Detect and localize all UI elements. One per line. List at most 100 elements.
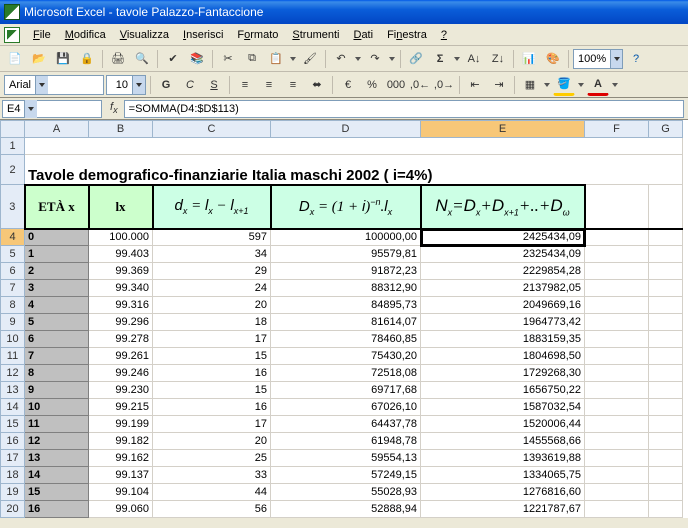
cell[interactable]: 99.278: [89, 331, 153, 348]
cell[interactable]: 17: [153, 331, 271, 348]
cell[interactable]: 13: [25, 450, 89, 467]
cell[interactable]: 1: [25, 246, 89, 263]
decrease-decimal-icon[interactable]: ,0→: [433, 74, 455, 96]
rowhead-3[interactable]: 3: [1, 185, 25, 229]
rowhead-13[interactable]: 13: [1, 382, 25, 399]
rowhead-4[interactable]: 4: [1, 229, 25, 246]
autosum-icon[interactable]: Σ: [429, 48, 451, 70]
rowhead-12[interactable]: 12: [1, 365, 25, 382]
menu-bar[interactable]: File Modifica Visualizza Inserisci Forma…: [0, 24, 688, 46]
cell[interactable]: 11: [25, 416, 89, 433]
cell[interactable]: 52888,94: [271, 501, 421, 518]
cell[interactable]: 15: [153, 348, 271, 365]
menu-inserisci[interactable]: Inserisci: [176, 26, 230, 44]
cell[interactable]: 14: [25, 467, 89, 484]
fontsize-combo[interactable]: 10: [106, 75, 146, 95]
cell[interactable]: 9: [25, 382, 89, 399]
spellcheck-icon[interactable]: ✔: [162, 48, 184, 70]
underline-button[interactable]: S: [203, 74, 225, 96]
cell[interactable]: 15: [25, 484, 89, 501]
currency-icon[interactable]: €: [337, 74, 359, 96]
rowhead-5[interactable]: 5: [1, 246, 25, 263]
colhead-A[interactable]: A: [25, 121, 89, 138]
rowhead-6[interactable]: 6: [1, 263, 25, 280]
cell[interactable]: 2137982,05: [421, 280, 585, 297]
colhead-G[interactable]: G: [649, 121, 683, 138]
cell[interactable]: 1883159,35: [421, 331, 585, 348]
cell[interactable]: 1334065,75: [421, 467, 585, 484]
colhead-B[interactable]: B: [89, 121, 153, 138]
cell[interactable]: 1520006,44: [421, 416, 585, 433]
cell[interactable]: 7: [25, 348, 89, 365]
rowhead-18[interactable]: 18: [1, 467, 25, 484]
cell[interactable]: 16: [25, 501, 89, 518]
cell[interactable]: 25: [153, 450, 271, 467]
fontcolor-dropdown[interactable]: [611, 74, 619, 96]
paste-dropdown[interactable]: [289, 48, 297, 70]
undo-dropdown[interactable]: [354, 48, 362, 70]
rowhead-14[interactable]: 14: [1, 399, 25, 416]
cell[interactable]: 99.403: [89, 246, 153, 263]
menu-file[interactable]: File: [26, 26, 58, 44]
colhead-E[interactable]: E: [421, 121, 585, 138]
sort-asc-icon[interactable]: A↓: [463, 48, 485, 70]
cell[interactable]: 2325434,09: [421, 246, 585, 263]
cell[interactable]: 99.340: [89, 280, 153, 297]
menu-dati[interactable]: Dati: [346, 26, 380, 44]
copy-icon[interactable]: ⧉: [241, 48, 263, 70]
cell[interactable]: 99.060: [89, 501, 153, 518]
align-center-icon[interactable]: ≡: [258, 74, 280, 96]
cell[interactable]: 34: [153, 246, 271, 263]
cell[interactable]: 1964773,42: [421, 314, 585, 331]
cell[interactable]: 100000,00: [271, 229, 421, 246]
borders-icon[interactable]: ▦: [519, 74, 541, 96]
cell[interactable]: 100.000: [89, 229, 153, 246]
rowhead-15[interactable]: 15: [1, 416, 25, 433]
cell[interactable]: 59554,13: [271, 450, 421, 467]
rowhead-1[interactable]: 1: [1, 138, 25, 155]
zoom-combo[interactable]: 100%: [573, 49, 623, 69]
thousands-icon[interactable]: 000: [385, 74, 407, 96]
cell[interactable]: 99.246: [89, 365, 153, 382]
cell[interactable]: 16: [153, 365, 271, 382]
rowhead-16[interactable]: 16: [1, 433, 25, 450]
print-icon[interactable]: 🖨: [107, 48, 129, 70]
cell[interactable]: 1455568,66: [421, 433, 585, 450]
formula-input[interactable]: =SOMMA(D4:$D$113): [124, 100, 684, 118]
cell[interactable]: 61948,78: [271, 433, 421, 450]
cell[interactable]: 20: [153, 433, 271, 450]
cell[interactable]: 6: [25, 331, 89, 348]
cell[interactable]: 88312,90: [271, 280, 421, 297]
cell[interactable]: 10: [25, 399, 89, 416]
fx-label[interactable]: fx: [110, 101, 118, 115]
italic-button[interactable]: C: [179, 74, 201, 96]
cell[interactable]: 91872,23: [271, 263, 421, 280]
cell[interactable]: 12: [25, 433, 89, 450]
help-icon[interactable]: ?: [625, 48, 647, 70]
merge-center-icon[interactable]: ⬌: [306, 74, 328, 96]
rowhead-19[interactable]: 19: [1, 484, 25, 501]
fill-dropdown[interactable]: [577, 74, 585, 96]
cell[interactable]: 99.215: [89, 399, 153, 416]
cell[interactable]: 75430,20: [271, 348, 421, 365]
cell[interactable]: 81614,07: [271, 314, 421, 331]
cell[interactable]: 64437,78: [271, 416, 421, 433]
cell[interactable]: 67026,10: [271, 399, 421, 416]
menu-formato[interactable]: Formato: [230, 26, 285, 44]
open-icon[interactable]: 📂: [28, 48, 50, 70]
cell[interactable]: 2425434,09: [421, 229, 585, 246]
format-painter-icon[interactable]: 🖌: [299, 48, 321, 70]
cell[interactable]: 8: [25, 365, 89, 382]
cell[interactable]: 17: [153, 416, 271, 433]
rowhead-11[interactable]: 11: [1, 348, 25, 365]
cell[interactable]: 4: [25, 297, 89, 314]
colhead-D[interactable]: D: [271, 121, 421, 138]
cell[interactable]: 1393619,88: [421, 450, 585, 467]
cell[interactable]: 0: [25, 229, 89, 246]
cell[interactable]: 99.261: [89, 348, 153, 365]
cell[interactable]: 2049669,16: [421, 297, 585, 314]
cell[interactable]: 1587032,54: [421, 399, 585, 416]
cell[interactable]: 56: [153, 501, 271, 518]
fill-color-icon[interactable]: 🪣: [553, 74, 575, 96]
rowhead-2[interactable]: 2: [1, 155, 25, 185]
